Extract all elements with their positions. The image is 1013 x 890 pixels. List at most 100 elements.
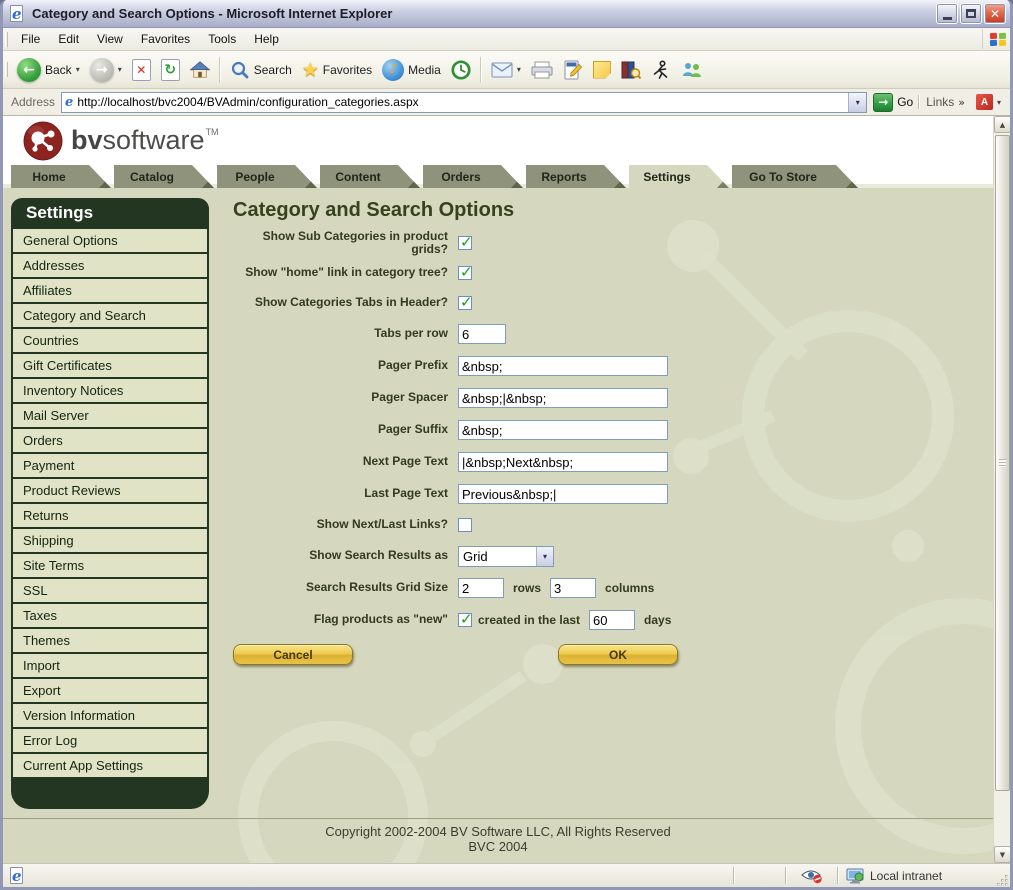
show-search-results-select[interactable]: Grid ▾ bbox=[458, 546, 554, 567]
grid-rows-input[interactable] bbox=[458, 578, 504, 598]
address-dropdown-button[interactable]: ▾ bbox=[848, 93, 866, 112]
sidebar-item[interactable]: Current App Settings bbox=[13, 754, 207, 779]
menu-item[interactable]: Edit bbox=[49, 28, 88, 50]
go-button[interactable]: → Go bbox=[873, 93, 913, 112]
sidebar-item[interactable]: Themes bbox=[13, 629, 207, 654]
sidebar-item[interactable]: Orders bbox=[13, 429, 207, 454]
sidebar-item[interactable]: Category and Search bbox=[13, 304, 207, 329]
nav-tab[interactable]: People bbox=[217, 165, 317, 188]
nav-tab[interactable]: Home bbox=[11, 165, 111, 188]
resize-grip[interactable] bbox=[994, 872, 1009, 887]
vertical-scrollbar[interactable]: ▲ ▼ bbox=[993, 116, 1010, 863]
nav-tab[interactable]: Content bbox=[320, 165, 420, 188]
menu-item[interactable]: View bbox=[88, 28, 132, 50]
next-page-text-input[interactable] bbox=[458, 452, 668, 472]
chevron-down-icon[interactable]: ▾ bbox=[997, 98, 1001, 107]
sidebar-item[interactable]: Shipping bbox=[13, 529, 207, 554]
home-button[interactable] bbox=[185, 58, 215, 82]
edit-button[interactable] bbox=[558, 58, 588, 82]
privacy-report-icon[interactable] bbox=[790, 867, 834, 885]
menu-item[interactable]: Favorites bbox=[132, 28, 199, 50]
pager-suffix-input[interactable] bbox=[458, 420, 668, 440]
sidebar-item[interactable]: Affiliates bbox=[13, 279, 207, 304]
nav-tab[interactable]: Reports bbox=[526, 165, 626, 188]
copyright-line: Copyright 2002-2004 BV Software LLC, All… bbox=[3, 824, 993, 839]
pager-spacer-input[interactable] bbox=[458, 388, 668, 408]
flag-new-checkbox[interactable] bbox=[458, 613, 472, 627]
chevron-down-icon[interactable]: ▾ bbox=[118, 65, 122, 74]
scroll-down-button[interactable]: ▼ bbox=[994, 846, 1011, 863]
form-actions: Cancel OK bbox=[233, 644, 913, 670]
sidebar-item[interactable]: Addresses bbox=[13, 254, 207, 279]
address-input[interactable] bbox=[77, 94, 848, 111]
status-separator bbox=[837, 867, 839, 884]
sidebar-item[interactable]: Version Information bbox=[13, 704, 207, 729]
nav-tab[interactable]: Orders bbox=[423, 165, 523, 188]
research-button[interactable] bbox=[616, 58, 646, 82]
sidebar-item[interactable]: Site Terms bbox=[13, 554, 207, 579]
sidebar-item[interactable]: Mail Server bbox=[13, 404, 207, 429]
history-button[interactable] bbox=[446, 58, 476, 82]
chevron-down-icon[interactable]: ▾ bbox=[536, 547, 553, 566]
sidebar-item[interactable]: General Options bbox=[13, 229, 207, 254]
last-page-text-input[interactable] bbox=[458, 484, 668, 504]
nav-tab[interactable]: Settings bbox=[629, 165, 729, 188]
sidebar-item[interactable]: Error Log bbox=[13, 729, 207, 754]
messenger-button[interactable] bbox=[676, 59, 708, 81]
menu-item[interactable]: Tools bbox=[199, 28, 245, 50]
sidebar-item[interactable]: Taxes bbox=[13, 604, 207, 629]
cancel-button[interactable]: Cancel bbox=[233, 644, 353, 665]
menu-bar: FileEditViewFavoritesToolsHelp bbox=[3, 28, 1010, 51]
scroll-up-button[interactable]: ▲ bbox=[994, 116, 1011, 133]
scrollbar-thumb[interactable] bbox=[995, 135, 1010, 791]
sidebar-item-label: Error Log bbox=[23, 733, 77, 748]
columns-label: columns bbox=[605, 581, 654, 595]
mail-button[interactable]: ▾ bbox=[486, 60, 526, 80]
sidebar-item[interactable]: Returns bbox=[13, 504, 207, 529]
forward-button[interactable]: ▾ bbox=[85, 56, 127, 84]
sidebar-item-label: Version Information bbox=[23, 708, 135, 723]
search-label: Search bbox=[254, 63, 292, 77]
menu-item[interactable]: File bbox=[12, 28, 49, 50]
print-button[interactable] bbox=[526, 59, 558, 81]
sidebar-item[interactable]: Export bbox=[13, 679, 207, 704]
show-sub-categories-checkbox[interactable] bbox=[458, 236, 472, 250]
chevron-down-icon[interactable]: ▾ bbox=[517, 65, 521, 74]
flag-new-days-input[interactable] bbox=[589, 610, 635, 630]
rows-label: rows bbox=[513, 581, 541, 595]
refresh-button[interactable] bbox=[156, 57, 185, 83]
close-button[interactable] bbox=[984, 3, 1006, 24]
sidebar-item[interactable]: Product Reviews bbox=[13, 479, 207, 504]
sidebar-item[interactable]: Gift Certificates bbox=[13, 354, 207, 379]
sidebar-item[interactable]: Import bbox=[13, 654, 207, 679]
sidebar-item[interactable]: Countries bbox=[13, 329, 207, 354]
discuss-button[interactable] bbox=[588, 59, 616, 81]
grid-columns-input[interactable] bbox=[550, 578, 596, 598]
sidebar-item[interactable]: SSL bbox=[13, 579, 207, 604]
sidebar-item[interactable]: Inventory Notices bbox=[13, 379, 207, 404]
show-next-last-links-checkbox[interactable] bbox=[458, 518, 472, 532]
acrobat-button[interactable]: A ▾ bbox=[971, 92, 1006, 112]
show-home-link-checkbox[interactable] bbox=[458, 266, 472, 280]
show-categories-tabs-checkbox[interactable] bbox=[458, 296, 472, 310]
maximize-button[interactable] bbox=[960, 3, 982, 24]
field-label: Show Search Results as bbox=[233, 549, 458, 562]
back-button[interactable]: Back ▾ bbox=[12, 56, 85, 84]
chevron-down-icon[interactable]: ▾ bbox=[76, 65, 80, 74]
minimize-button[interactable] bbox=[936, 3, 958, 24]
ok-button[interactable]: OK bbox=[558, 644, 678, 665]
favorites-button[interactable]: ★ Favorites bbox=[297, 58, 377, 82]
search-button[interactable]: Search bbox=[225, 58, 297, 82]
messenger-run-button[interactable] bbox=[646, 58, 676, 82]
menu-item[interactable]: Help bbox=[245, 28, 288, 50]
pager-prefix-input[interactable] bbox=[458, 356, 668, 376]
media-button[interactable]: Media bbox=[377, 57, 446, 83]
nav-tab[interactable]: Go To Store bbox=[732, 165, 858, 188]
sidebar-item[interactable]: Payment bbox=[13, 454, 207, 479]
nav-tab[interactable]: Catalog bbox=[114, 165, 214, 188]
tabs-per-row-input[interactable] bbox=[458, 324, 506, 344]
stop-button[interactable] bbox=[127, 57, 156, 83]
page-icon: e bbox=[62, 95, 77, 110]
security-zone: Local intranet bbox=[842, 867, 990, 885]
links-toolbar[interactable]: Links » bbox=[919, 95, 971, 109]
